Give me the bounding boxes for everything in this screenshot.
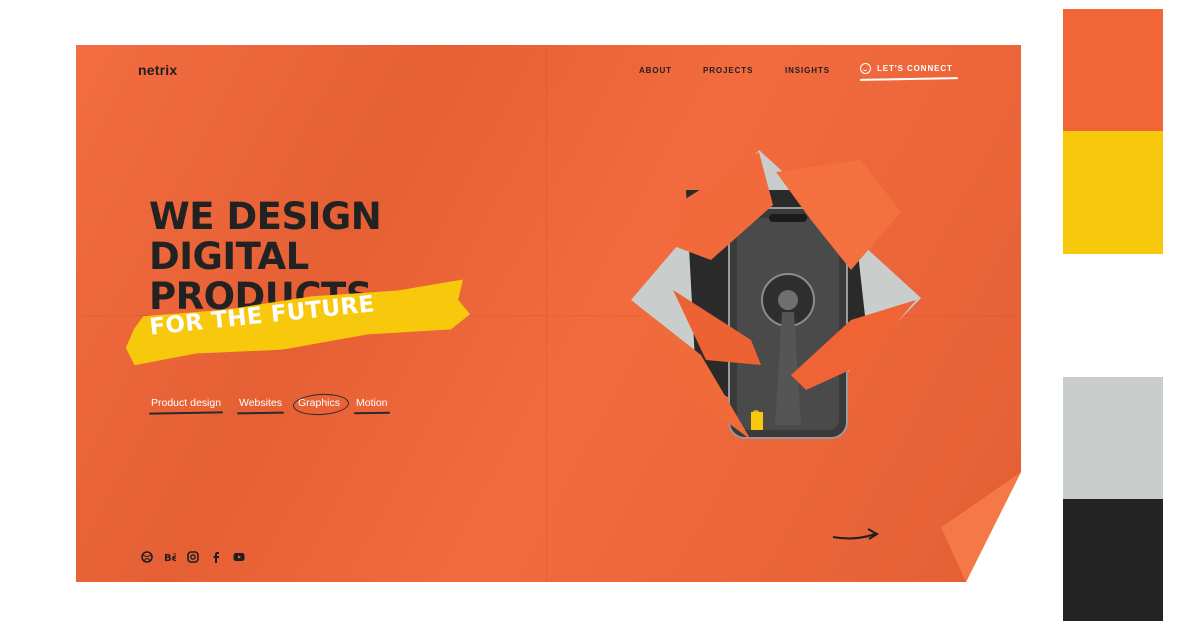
connect-underline xyxy=(859,77,959,81)
headline-line-1: WE DESIGN xyxy=(149,195,382,238)
facebook-icon[interactable] xyxy=(209,550,222,563)
tag-motion[interactable]: Motion xyxy=(353,397,390,415)
scribble-underline xyxy=(148,411,224,415)
behance-icon[interactable]: Bē xyxy=(163,550,176,563)
next-arrow-icon[interactable] xyxy=(831,525,881,545)
palette-swatch-orange xyxy=(1063,9,1163,131)
youtube-icon[interactable] xyxy=(232,550,245,563)
scribble-underline xyxy=(353,411,390,415)
torn-paper-phone-artwork xyxy=(631,150,921,440)
nav-projects[interactable]: PROJECTS xyxy=(703,66,753,75)
lets-connect-button[interactable]: LET'S CONNECT xyxy=(860,63,953,74)
tag-label: Motion xyxy=(356,397,388,409)
palette-swatch-gray xyxy=(1063,377,1163,499)
website-screenshot: netrix ABOUT PROJECTS INSIGHTS LET'S CON… xyxy=(76,45,1021,582)
svg-text:Bē: Bē xyxy=(164,553,176,563)
paper-crease xyxy=(546,45,547,582)
logo[interactable]: netrix xyxy=(138,62,177,78)
palette-swatch-yellow xyxy=(1063,131,1163,254)
palette-swatch-charcoal xyxy=(1063,499,1163,621)
tag-product-design[interactable]: Product design xyxy=(148,397,224,415)
tag-label: Product design xyxy=(151,397,222,409)
scribble-underline xyxy=(236,411,285,415)
phone-notch xyxy=(769,214,807,222)
tower-core xyxy=(778,290,798,310)
lets-connect-label: LET'S CONNECT xyxy=(877,64,953,73)
nav-about[interactable]: ABOUT xyxy=(639,66,672,75)
tag-label: Websites xyxy=(239,397,282,409)
tag-websites[interactable]: Websites xyxy=(236,397,285,415)
nav-insights[interactable]: INSIGHTS xyxy=(785,66,830,75)
social-links: Bē xyxy=(140,550,245,563)
yellow-accent xyxy=(751,412,763,430)
dribbble-icon[interactable] xyxy=(140,550,153,563)
smile-icon xyxy=(860,63,871,74)
instagram-icon[interactable] xyxy=(186,550,199,563)
page-curl xyxy=(941,472,1021,582)
headline-line-2: DIGITAL xyxy=(149,235,309,278)
